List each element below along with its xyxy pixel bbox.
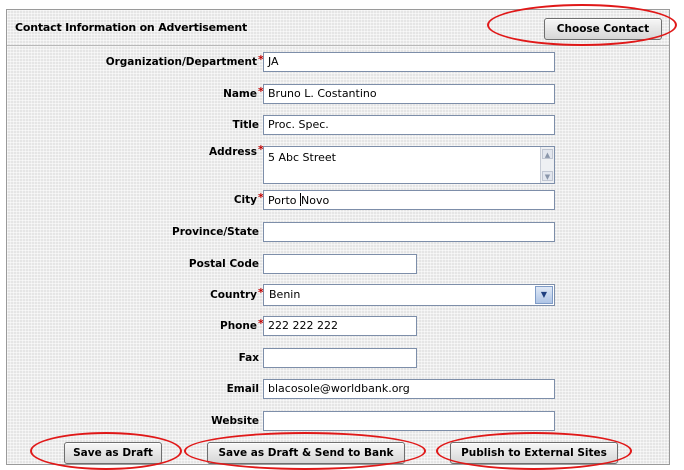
save-and-send-to-bank-button[interactable]: Save as Draft & Send to Bank: [207, 442, 405, 464]
province-label: Province/State: [172, 226, 259, 238]
email-label: Email: [226, 383, 259, 395]
postal-code-label: Postal Code: [188, 258, 259, 270]
province-row: Province/State: [7, 222, 669, 244]
province-input[interactable]: [263, 222, 555, 242]
city-text-end: Novo: [301, 194, 330, 207]
organization-input[interactable]: JA: [263, 52, 555, 72]
phone-label: Phone: [220, 320, 257, 332]
website-input[interactable]: [263, 411, 555, 431]
address-row: Address * 5 Abc Street ▲ ▼: [7, 143, 669, 184]
publish-to-external-sites-button[interactable]: Publish to External Sites: [450, 442, 618, 464]
organization-label: Organization/Department: [105, 56, 257, 68]
country-select[interactable]: Benin ▼: [263, 284, 555, 306]
phone-input[interactable]: 222 222 222: [263, 316, 417, 336]
fax-label: Fax: [238, 352, 259, 364]
address-scrollbar[interactable]: ▲ ▼: [540, 147, 554, 183]
name-row: Name * Bruno L. Costantino: [7, 84, 669, 106]
country-row: Country * Benin ▼: [7, 284, 669, 308]
section-title: Contact Information on Advertisement: [15, 21, 248, 34]
scroll-down-arrow-icon[interactable]: ▼: [542, 171, 553, 181]
fax-row: Fax: [7, 348, 669, 370]
city-text-start: Porto: [268, 194, 301, 207]
address-label: Address: [209, 146, 257, 158]
dropdown-arrow-icon[interactable]: ▼: [535, 286, 553, 304]
city-label: City: [233, 194, 257, 206]
address-text: 5 Abc Street: [268, 151, 336, 164]
website-label: Website: [211, 415, 259, 427]
email-input[interactable]: blacosole@worldbank.org: [263, 379, 555, 399]
title-input[interactable]: Proc. Spec.: [263, 115, 555, 135]
title-label: Title: [232, 119, 259, 131]
scroll-up-arrow-icon[interactable]: ▲: [542, 149, 553, 159]
organization-row: Organization/Department * JA: [7, 52, 669, 74]
postal-code-input[interactable]: [263, 254, 417, 274]
save-as-draft-button[interactable]: Save as Draft: [64, 442, 162, 464]
phone-row: Phone * 222 222 222: [7, 316, 669, 338]
postal-code-row: Postal Code: [7, 254, 669, 276]
address-textarea[interactable]: 5 Abc Street ▲ ▼: [263, 146, 555, 184]
title-row: Title Proc. Spec.: [7, 115, 669, 137]
country-label: Country: [210, 289, 257, 301]
city-input[interactable]: Porto Novo: [263, 190, 555, 210]
city-row: City * Porto Novo: [7, 190, 669, 212]
country-selected-value: Benin: [269, 288, 301, 301]
form-header: Contact Information on Advertisement Cho…: [7, 10, 669, 46]
email-row: Email blacosole@worldbank.org: [7, 379, 669, 401]
website-row: Website: [7, 411, 669, 433]
choose-contact-button[interactable]: Choose Contact: [544, 18, 662, 40]
name-input[interactable]: Bruno L. Costantino: [263, 84, 555, 104]
contact-form-panel: Contact Information on Advertisement Cho…: [6, 9, 670, 465]
fax-input[interactable]: [263, 348, 417, 368]
name-label: Name: [223, 88, 257, 100]
